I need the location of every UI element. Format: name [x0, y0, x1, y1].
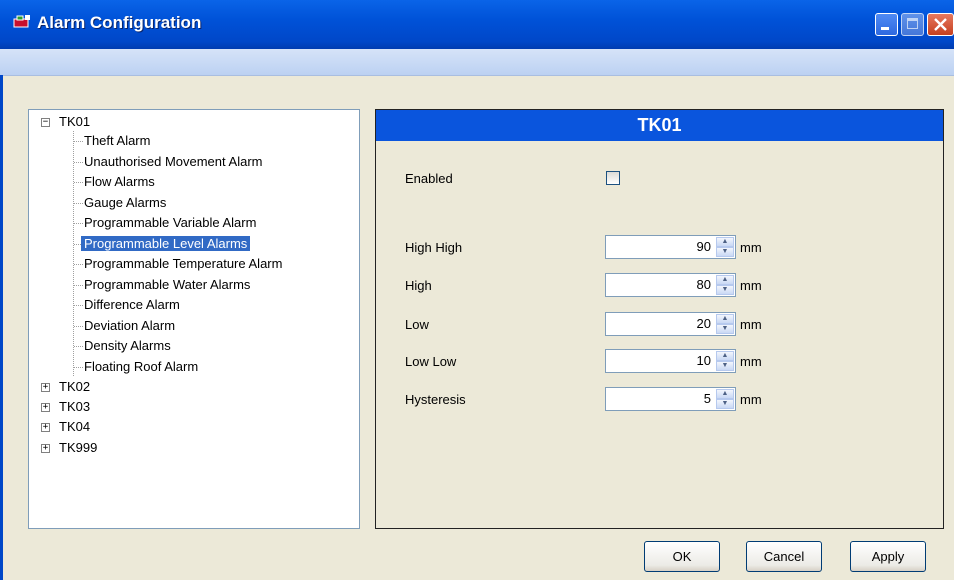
panel-header: TK01 — [376, 110, 943, 141]
low-low-value[interactable]: 10 — [697, 353, 711, 368]
tree-connector — [74, 162, 83, 163]
hysteresis-label: Hysteresis — [405, 392, 466, 407]
collapse-icon[interactable]: − — [41, 118, 50, 127]
spin-up-icon[interactable]: ▲ — [716, 237, 734, 247]
unit-label: mm — [740, 278, 762, 293]
tree-connector — [74, 326, 83, 327]
selected-tree-item: Programmable Level Alarms — [81, 236, 251, 251]
high-high-value[interactable]: 90 — [697, 239, 711, 254]
enabled-checkbox[interactable] — [606, 171, 620, 185]
tree-item-floating-roof-alarm[interactable]: Floating Roof Alarm — [84, 357, 198, 377]
spin-down-icon[interactable]: ▼ — [716, 285, 734, 295]
tree-item-flow-alarms[interactable]: Flow Alarms — [84, 172, 155, 192]
expand-icon[interactable]: + — [41, 403, 50, 412]
unit-label: mm — [740, 317, 762, 332]
high-high-label: High High — [405, 240, 463, 255]
expand-icon[interactable]: + — [41, 444, 50, 453]
tree-item-theft-alarm[interactable]: Theft Alarm — [84, 131, 150, 151]
title-bar[interactable]: Alarm Configuration — [0, 0, 954, 49]
maximize-button[interactable] — [901, 13, 924, 36]
expand-icon[interactable]: + — [41, 423, 50, 432]
alarm-tree[interactable]: − TK01 Theft Alarm Unauthorised Movement… — [28, 109, 360, 529]
expand-icon[interactable]: + — [41, 383, 50, 392]
low-value[interactable]: 20 — [697, 316, 711, 331]
minimize-button[interactable] — [875, 13, 898, 36]
high-high-spinner[interactable]: 90 ▲ ▼ — [605, 235, 736, 259]
spin-up-icon[interactable]: ▲ — [716, 314, 734, 324]
tree-item-programmable-water-alarms[interactable]: Programmable Water Alarms — [84, 275, 250, 295]
hysteresis-spinner[interactable]: 5 ▲ ▼ — [605, 387, 736, 411]
spin-down-icon[interactable]: ▼ — [716, 247, 734, 257]
tree-connector — [74, 203, 83, 204]
unit-label: mm — [740, 354, 762, 369]
apply-button[interactable]: Apply — [850, 541, 926, 572]
high-value[interactable]: 80 — [697, 277, 711, 292]
tree-connector — [74, 141, 83, 142]
tree-connector — [74, 182, 83, 183]
enabled-label: Enabled — [405, 171, 453, 186]
spin-down-icon[interactable]: ▼ — [716, 324, 734, 334]
tree-guide-line — [73, 131, 74, 376]
close-button[interactable] — [927, 13, 954, 36]
spin-up-icon[interactable]: ▲ — [716, 389, 734, 399]
alarm-app-icon — [13, 15, 30, 28]
tree-item-gauge-alarms[interactable]: Gauge Alarms — [84, 193, 166, 213]
ok-button[interactable]: OK — [644, 541, 720, 572]
tree-item-deviation-alarm[interactable]: Deviation Alarm — [84, 316, 175, 336]
spin-up-icon[interactable]: ▲ — [716, 275, 734, 285]
tree-item-programmable-variable-alarm[interactable]: Programmable Variable Alarm — [84, 213, 256, 233]
window-frame-edge — [0, 75, 3, 580]
low-low-label: Low Low — [405, 354, 457, 369]
tree-connector — [74, 223, 83, 224]
tree-connector — [74, 367, 83, 368]
cancel-button[interactable]: Cancel — [746, 541, 822, 572]
unit-label: mm — [740, 240, 762, 255]
spin-up-icon[interactable]: ▲ — [716, 351, 734, 361]
unit-label: mm — [740, 392, 762, 407]
tree-connector — [74, 346, 83, 347]
tree-item-programmable-level-alarms[interactable]: Programmable Level Alarms — [81, 234, 251, 254]
close-icon — [934, 18, 947, 31]
hysteresis-value[interactable]: 5 — [704, 391, 711, 406]
toolbar-strip — [0, 49, 954, 76]
spin-down-icon[interactable]: ▼ — [716, 399, 734, 409]
tree-item-density-alarms[interactable]: Density Alarms — [84, 336, 171, 356]
window-title: Alarm Configuration — [37, 13, 202, 32]
tree-item-difference-alarm[interactable]: Difference Alarm — [84, 295, 180, 315]
spin-down-icon[interactable]: ▼ — [716, 361, 734, 371]
tree-connector — [74, 305, 83, 306]
low-low-spinner[interactable]: 10 ▲ ▼ — [605, 349, 736, 373]
high-label: High — [405, 278, 432, 293]
tree-item-unauthorised-movement-alarm[interactable]: Unauthorised Movement Alarm — [84, 152, 262, 172]
tree-connector — [74, 285, 83, 286]
alarm-detail-panel: TK01 Enabled High High 90 ▲ ▼ mm High 80 … — [375, 109, 944, 529]
high-spinner[interactable]: 80 ▲ ▼ — [605, 273, 736, 297]
tree-item-programmable-temperature-alarm[interactable]: Programmable Temperature Alarm — [84, 254, 282, 274]
low-label: Low — [405, 317, 429, 332]
tree-connector — [74, 264, 83, 265]
low-spinner[interactable]: 20 ▲ ▼ — [605, 312, 736, 336]
